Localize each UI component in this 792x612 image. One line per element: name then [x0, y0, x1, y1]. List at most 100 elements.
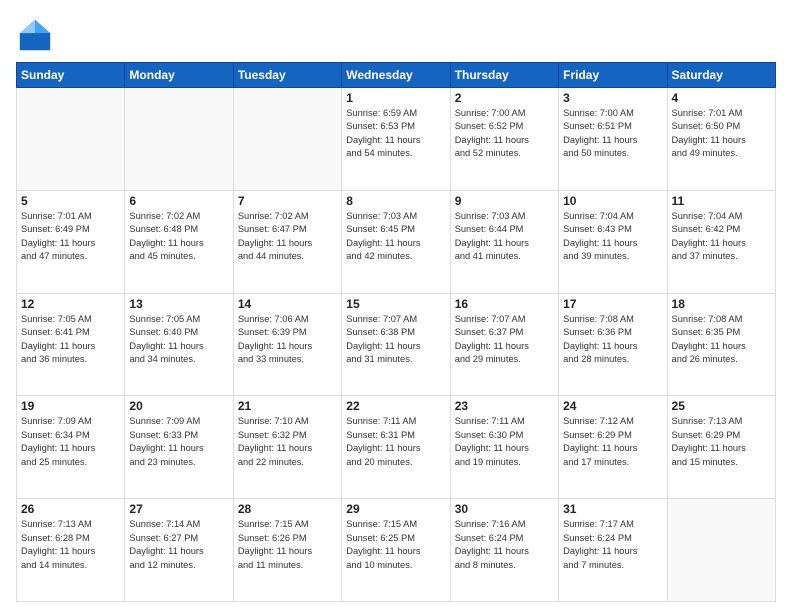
day-number: 11 [672, 194, 771, 208]
weekday-row: SundayMondayTuesdayWednesdayThursdayFrid… [17, 63, 776, 88]
calendar-table: SundayMondayTuesdayWednesdayThursdayFrid… [16, 62, 776, 602]
day-info: Sunrise: 7:04 AM Sunset: 6:42 PM Dayligh… [672, 210, 771, 264]
day-number: 2 [455, 91, 554, 105]
calendar-cell: 10 Sunrise: 7:04 AM Sunset: 6:43 PM Dayli… [559, 190, 667, 293]
calendar-cell [667, 499, 775, 602]
day-number: 8 [346, 194, 445, 208]
day-number: 30 [455, 502, 554, 516]
day-info: Sunrise: 7:02 AM Sunset: 6:47 PM Dayligh… [238, 210, 337, 264]
day-info: Sunrise: 7:11 AM Sunset: 6:31 PM Dayligh… [346, 415, 445, 469]
weekday-header: Saturday [667, 63, 775, 88]
day-info: Sunrise: 7:07 AM Sunset: 6:37 PM Dayligh… [455, 313, 554, 367]
day-number: 9 [455, 194, 554, 208]
calendar-week-row: 19 Sunrise: 7:09 AM Sunset: 6:34 PM Dayli… [17, 396, 776, 499]
day-number: 15 [346, 297, 445, 311]
day-info: Sunrise: 7:08 AM Sunset: 6:36 PM Dayligh… [563, 313, 662, 367]
logo-icon [16, 16, 54, 54]
calendar-cell: 29 Sunrise: 7:15 AM Sunset: 6:25 PM Dayli… [342, 499, 450, 602]
weekday-header: Wednesday [342, 63, 450, 88]
day-number: 17 [563, 297, 662, 311]
day-number: 3 [563, 91, 662, 105]
day-number: 20 [129, 399, 228, 413]
header [16, 16, 776, 54]
day-number: 31 [563, 502, 662, 516]
calendar-cell: 21 Sunrise: 7:10 AM Sunset: 6:32 PM Dayli… [233, 396, 341, 499]
day-info: Sunrise: 7:14 AM Sunset: 6:27 PM Dayligh… [129, 518, 228, 572]
weekday-header: Tuesday [233, 63, 341, 88]
calendar-cell: 15 Sunrise: 7:07 AM Sunset: 6:38 PM Dayli… [342, 293, 450, 396]
day-number: 1 [346, 91, 445, 105]
day-info: Sunrise: 7:03 AM Sunset: 6:45 PM Dayligh… [346, 210, 445, 264]
calendar-cell: 9 Sunrise: 7:03 AM Sunset: 6:44 PM Daylig… [450, 190, 558, 293]
calendar-cell: 8 Sunrise: 7:03 AM Sunset: 6:45 PM Daylig… [342, 190, 450, 293]
day-number: 24 [563, 399, 662, 413]
day-info: Sunrise: 7:13 AM Sunset: 6:29 PM Dayligh… [672, 415, 771, 469]
day-info: Sunrise: 7:10 AM Sunset: 6:32 PM Dayligh… [238, 415, 337, 469]
day-info: Sunrise: 7:09 AM Sunset: 6:34 PM Dayligh… [21, 415, 120, 469]
day-info: Sunrise: 7:01 AM Sunset: 6:49 PM Dayligh… [21, 210, 120, 264]
calendar-cell: 27 Sunrise: 7:14 AM Sunset: 6:27 PM Dayli… [125, 499, 233, 602]
calendar-cell: 19 Sunrise: 7:09 AM Sunset: 6:34 PM Dayli… [17, 396, 125, 499]
calendar-cell: 13 Sunrise: 7:05 AM Sunset: 6:40 PM Dayli… [125, 293, 233, 396]
day-number: 25 [672, 399, 771, 413]
calendar-cell: 20Sunrise: 7:09 AM Sunset: 6:33 PM Dayli… [125, 396, 233, 499]
day-number: 5 [21, 194, 120, 208]
calendar-cell: 18 Sunrise: 7:08 AM Sunset: 6:35 PM Dayli… [667, 293, 775, 396]
calendar-cell: 23Sunrise: 7:11 AM Sunset: 6:30 PM Dayli… [450, 396, 558, 499]
calendar-cell [17, 88, 125, 191]
day-info: Sunrise: 7:05 AM Sunset: 6:40 PM Dayligh… [129, 313, 228, 367]
day-number: 19 [21, 399, 120, 413]
day-info: Sunrise: 7:12 AM Sunset: 6:29 PM Dayligh… [563, 415, 662, 469]
day-number: 21 [238, 399, 337, 413]
day-info: Sunrise: 7:05 AM Sunset: 6:41 PM Dayligh… [21, 313, 120, 367]
day-info: Sunrise: 7:08 AM Sunset: 6:35 PM Dayligh… [672, 313, 771, 367]
calendar-header: SundayMondayTuesdayWednesdayThursdayFrid… [17, 63, 776, 88]
calendar-cell: 14Sunrise: 7:06 AM Sunset: 6:39 PM Dayli… [233, 293, 341, 396]
calendar-cell: 25 Sunrise: 7:13 AM Sunset: 6:29 PM Dayli… [667, 396, 775, 499]
calendar-body: 1Sunrise: 6:59 AM Sunset: 6:53 PM Daylig… [17, 88, 776, 602]
calendar-cell: 17 Sunrise: 7:08 AM Sunset: 6:36 PM Dayli… [559, 293, 667, 396]
day-info: Sunrise: 7:07 AM Sunset: 6:38 PM Dayligh… [346, 313, 445, 367]
day-number: 27 [129, 502, 228, 516]
day-info: Sunrise: 7:02 AM Sunset: 6:48 PM Dayligh… [129, 210, 228, 264]
calendar-week-row: 12Sunrise: 7:05 AM Sunset: 6:41 PM Dayli… [17, 293, 776, 396]
calendar-week-row: 5 Sunrise: 7:01 AM Sunset: 6:49 PM Daylig… [17, 190, 776, 293]
day-info: Sunrise: 7:01 AM Sunset: 6:50 PM Dayligh… [672, 107, 771, 161]
calendar-cell: 31Sunrise: 7:17 AM Sunset: 6:24 PM Dayli… [559, 499, 667, 602]
calendar-cell: 30 Sunrise: 7:16 AM Sunset: 6:24 PM Dayli… [450, 499, 558, 602]
day-info: Sunrise: 7:15 AM Sunset: 6:26 PM Dayligh… [238, 518, 337, 572]
day-number: 28 [238, 502, 337, 516]
logo [16, 16, 56, 54]
day-number: 14 [238, 297, 337, 311]
day-info: Sunrise: 7:04 AM Sunset: 6:43 PM Dayligh… [563, 210, 662, 264]
calendar-week-row: 1Sunrise: 6:59 AM Sunset: 6:53 PM Daylig… [17, 88, 776, 191]
calendar-cell: 2 Sunrise: 7:00 AM Sunset: 6:52 PM Daylig… [450, 88, 558, 191]
day-number: 16 [455, 297, 554, 311]
weekday-header: Sunday [17, 63, 125, 88]
weekday-header: Monday [125, 63, 233, 88]
calendar-cell [125, 88, 233, 191]
day-number: 29 [346, 502, 445, 516]
calendar-cell: 7 Sunrise: 7:02 AM Sunset: 6:47 PM Daylig… [233, 190, 341, 293]
day-info: Sunrise: 7:16 AM Sunset: 6:24 PM Dayligh… [455, 518, 554, 572]
calendar-cell [233, 88, 341, 191]
calendar-cell: 1Sunrise: 6:59 AM Sunset: 6:53 PM Daylig… [342, 88, 450, 191]
calendar-cell: 11 Sunrise: 7:04 AM Sunset: 6:42 PM Dayli… [667, 190, 775, 293]
calendar-cell: 28 Sunrise: 7:15 AM Sunset: 6:26 PM Dayli… [233, 499, 341, 602]
weekday-header: Friday [559, 63, 667, 88]
calendar-cell: 5 Sunrise: 7:01 AM Sunset: 6:49 PM Daylig… [17, 190, 125, 293]
calendar-cell: 12Sunrise: 7:05 AM Sunset: 6:41 PM Dayli… [17, 293, 125, 396]
calendar-cell: 22Sunrise: 7:11 AM Sunset: 6:31 PM Dayli… [342, 396, 450, 499]
day-number: 23 [455, 399, 554, 413]
day-info: Sunrise: 7:00 AM Sunset: 6:52 PM Dayligh… [455, 107, 554, 161]
calendar-cell: 6Sunrise: 7:02 AM Sunset: 6:48 PM Daylig… [125, 190, 233, 293]
calendar-cell: 3Sunrise: 7:00 AM Sunset: 6:51 PM Daylig… [559, 88, 667, 191]
day-number: 10 [563, 194, 662, 208]
calendar-cell: 16 Sunrise: 7:07 AM Sunset: 6:37 PM Dayli… [450, 293, 558, 396]
day-info: Sunrise: 7:03 AM Sunset: 6:44 PM Dayligh… [455, 210, 554, 264]
day-info: Sunrise: 7:15 AM Sunset: 6:25 PM Dayligh… [346, 518, 445, 572]
day-number: 26 [21, 502, 120, 516]
day-number: 18 [672, 297, 771, 311]
day-number: 7 [238, 194, 337, 208]
day-number: 13 [129, 297, 228, 311]
